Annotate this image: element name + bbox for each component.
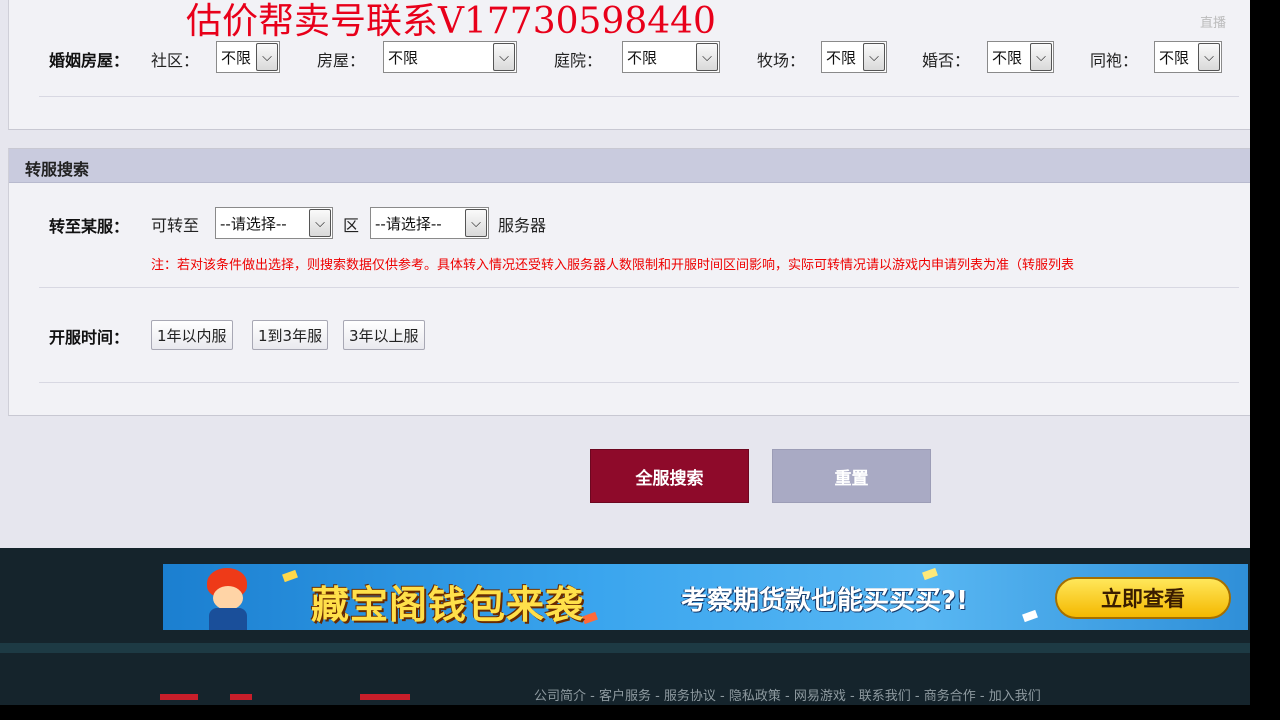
confetti [1022, 609, 1038, 623]
ranch-select[interactable]: 不限 ⌵ [821, 41, 887, 73]
married-value: 不限 [992, 48, 1023, 67]
married-label: 婚否： [922, 51, 971, 70]
house-label: 房屋： [317, 51, 366, 70]
transfer-search-panel: 转服搜索 转至某服： 可转至 --请选择-- ⌵ 区 --请选择-- ⌵ 服务器… [8, 148, 1250, 416]
video-letterbox-bottom [0, 705, 1280, 720]
transfer-note: 注：若对该条件做出选择，则搜索数据仅供参考。具体转入情况还受转入服务器人数限制和… [151, 258, 1075, 273]
mascot-illustration [193, 564, 263, 630]
divider [39, 382, 1239, 383]
courtyard-value: 不限 [627, 48, 658, 67]
chevron-down-icon: ⌵ [1198, 43, 1220, 71]
confetti [582, 611, 598, 625]
community-value: 不限 [221, 48, 252, 67]
promo-banner[interactable]: 藏宝阁钱包来袭 考察期货款也能买买买?! 立即查看 [163, 564, 1248, 630]
transfer-prefix: 可转至 [151, 216, 200, 235]
ranch-value: 不限 [826, 48, 857, 67]
divider [39, 287, 1239, 288]
footer-links[interactable]: 公司简介 - 客户服务 - 服务协议 - 隐私政策 - 网易游戏 - 联系我们 … [534, 685, 1041, 704]
courtyard-label: 庭院： [554, 51, 603, 70]
open-time-option-1[interactable]: 1年以内服 [151, 320, 233, 350]
community-label: 社区： [151, 51, 200, 70]
page: 婚姻房屋： 社区： 不限 ⌵ 房屋： 不限 ⌵ 庭院： 不限 ⌵ 牧场： 不限 … [0, 0, 1250, 705]
confetti [922, 567, 938, 581]
transfer-section-title: 转服搜索 [25, 160, 90, 179]
transfer-zone-value: --请选择-- [220, 214, 287, 233]
search-all-button[interactable]: 全服搜索 [590, 449, 749, 503]
confetti [282, 569, 298, 583]
courtyard-select[interactable]: 不限 ⌵ [622, 41, 720, 73]
community-select[interactable]: 不限 ⌵ [216, 41, 280, 73]
chevron-down-icon: ⌵ [309, 209, 331, 237]
footer-strip [0, 643, 1250, 653]
zone-word: 区 [343, 216, 360, 235]
chevron-down-icon: ⌵ [863, 43, 885, 71]
footer-logo [160, 692, 410, 705]
companion-value: 不限 [1159, 48, 1190, 67]
video-letterbox-right [1250, 0, 1280, 705]
chevron-down-icon: ⌵ [256, 43, 278, 71]
transfer-row-label: 转至某服： [49, 217, 130, 236]
transfer-server-select[interactable]: --请选择-- ⌵ [370, 207, 489, 239]
reset-button[interactable]: 重置 [772, 449, 931, 503]
banner-title: 藏宝阁钱包来袭 [311, 583, 585, 627]
live-badge: 直播 [1200, 16, 1227, 31]
divider [39, 96, 1239, 97]
chevron-down-icon: ⌵ [465, 209, 487, 237]
companion-label: 同袍： [1090, 51, 1139, 70]
married-select[interactable]: 不限 ⌵ [987, 41, 1054, 73]
banner-subtitle: 考察期货款也能买买买?! [681, 586, 968, 616]
house-select[interactable]: 不限 ⌵ [383, 41, 517, 73]
transfer-section-header: 转服搜索 [9, 149, 1250, 183]
chevron-down-icon: ⌵ [696, 43, 718, 71]
ranch-label: 牧场： [757, 51, 806, 70]
companion-select[interactable]: 不限 ⌵ [1154, 41, 1222, 73]
open-time-label: 开服时间： [49, 328, 130, 347]
chevron-down-icon: ⌵ [493, 43, 515, 71]
chevron-down-icon: ⌵ [1030, 43, 1052, 71]
transfer-zone-select[interactable]: --请选择-- ⌵ [215, 207, 333, 239]
server-word: 服务器 [498, 216, 547, 235]
transfer-server-value: --请选择-- [375, 214, 442, 233]
open-time-option-2[interactable]: 1到3年服 [252, 320, 329, 350]
watermark-overlay: 估价帮卖号联系V17730598440 [186, 1, 716, 42]
marriage-row-label: 婚姻房屋： [49, 51, 130, 70]
house-value: 不限 [388, 48, 419, 67]
open-time-option-3[interactable]: 3年以上服 [343, 320, 425, 350]
banner-cta-button[interactable]: 立即查看 [1055, 577, 1231, 619]
